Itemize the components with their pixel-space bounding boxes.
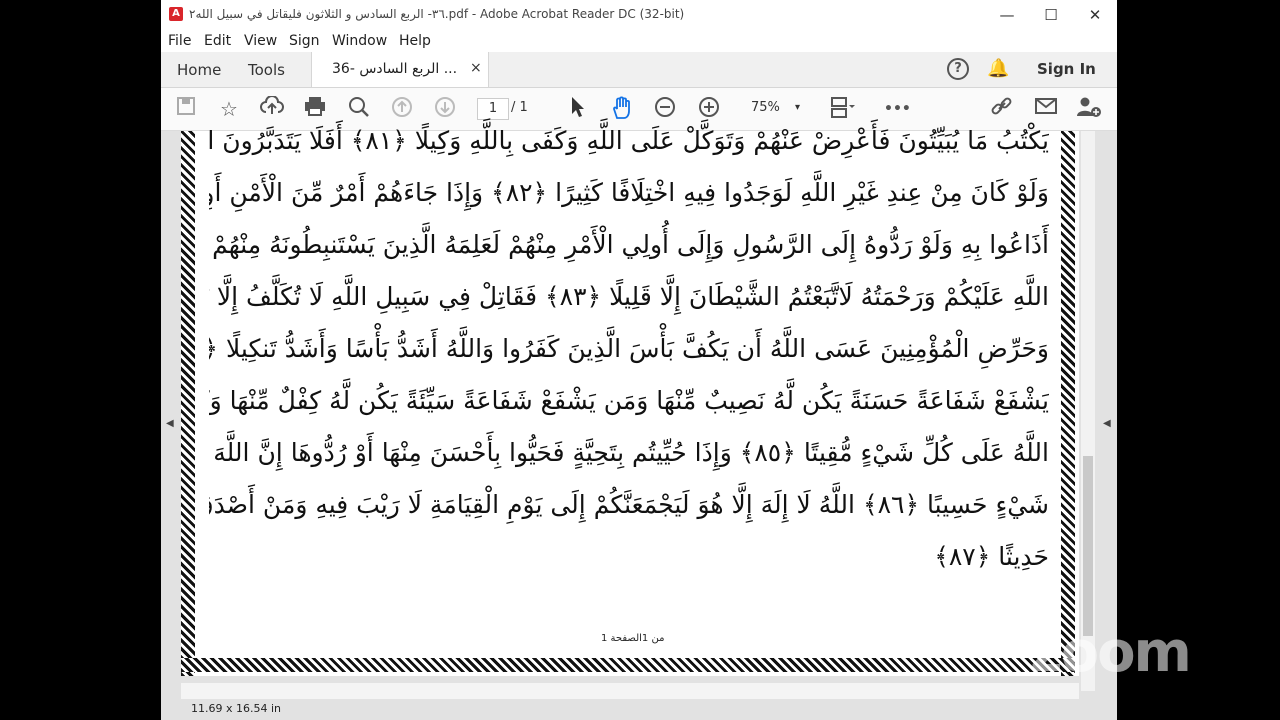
add-user-icon[interactable] bbox=[1075, 96, 1103, 122]
menu-view[interactable]: View bbox=[244, 33, 277, 49]
right-panel-toggle-icon[interactable]: ◀ bbox=[1103, 418, 1111, 429]
save-icon[interactable] bbox=[175, 96, 197, 122]
page-total: / 1 bbox=[511, 100, 528, 115]
text-line-6: يَشْفَعْ شَفَاعَةً حَسَنَةً يَكُن لَّهُ … bbox=[209, 386, 1049, 415]
page-footer: 1 من 1الصفحة bbox=[601, 633, 665, 644]
page-border-left bbox=[181, 131, 195, 676]
scrollbar-thumb[interactable] bbox=[1083, 456, 1093, 636]
close-tab-icon[interactable]: × bbox=[470, 60, 482, 76]
tab-home[interactable]: Home bbox=[177, 61, 221, 79]
text-line-2: وَلَوْ كَانَ مِنْ عِندِ غَيْرِ اللَّهِ ل… bbox=[209, 178, 1049, 207]
menu-sign[interactable]: Sign bbox=[289, 33, 320, 49]
menu-edit[interactable]: Edit bbox=[204, 33, 231, 49]
maximize-button[interactable]: ☐ bbox=[1041, 5, 1061, 25]
tab-bar: Home Tools 36- الربع السادس ... × ? 🔔 Si… bbox=[161, 52, 1117, 88]
text-line-7: اللَّهُ عَلَى كُلِّ شَيْءٍ مُّقِيتًا ﴿٨٥… bbox=[209, 438, 1049, 467]
text-line-3: أَذَاعُوا بِهِ وَلَوْ رَدُّوهُ إِلَى الر… bbox=[209, 230, 1049, 259]
quran-text-block: يَكْتُبُ مَا يُبَيِّتُونَ فَأَعْرِضْ عَن… bbox=[209, 126, 1049, 601]
title-bar: A ٣٦- الربع السادس و الثلاثون فليقاتل في… bbox=[161, 0, 1117, 31]
acrobat-app-icon: A bbox=[169, 7, 183, 21]
document-viewer[interactable]: ◀ يَكْتُبُ مَا يُبَيِّتُونَ فَأَعْرِضْ ع… bbox=[161, 126, 1117, 720]
vertical-scrollbar[interactable] bbox=[1081, 131, 1095, 691]
text-line-9: حَدِيثًا ﴿٨٧﴾ bbox=[934, 542, 1049, 571]
tab-document[interactable]: 36- الربع السادس ... × bbox=[311, 52, 489, 87]
sign-in-button[interactable]: Sign In bbox=[1037, 60, 1096, 78]
text-line-1: يَكْتُبُ مَا يُبَيِّتُونَ فَأَعْرِضْ عَن… bbox=[209, 126, 1049, 155]
page-border-right bbox=[1061, 131, 1075, 676]
close-window-button[interactable]: ✕ bbox=[1085, 5, 1105, 25]
minimize-button[interactable]: — bbox=[997, 5, 1017, 25]
page-size-status: 11.69 x 16.54 in bbox=[191, 702, 282, 715]
pdf-page: يَكْتُبُ مَا يُبَيِّتُونَ فَأَعْرِضْ عَن… bbox=[181, 126, 1079, 676]
menu-file[interactable]: File bbox=[168, 33, 191, 49]
left-panel-toggle-icon[interactable]: ◀ bbox=[166, 418, 174, 429]
notification-bell-icon[interactable]: 🔔 bbox=[987, 58, 1009, 79]
text-line-4: اللَّهِ عَلَيْكُمْ وَرَحْمَتُهُ لَاتَّبَ… bbox=[209, 282, 1049, 311]
acrobat-window: A ٣٦- الربع السادس و الثلاثون فليقاتل في… bbox=[161, 0, 1117, 720]
document-tab-label: 36- الربع السادس ... bbox=[332, 61, 458, 77]
menu-help[interactable]: Help bbox=[399, 33, 431, 49]
page-border-bottom bbox=[181, 658, 1075, 672]
window-title: ٣٦- الربع السادس و الثلاثون فليقاتل في س… bbox=[189, 7, 685, 21]
zoom-watermark-logo: zoom bbox=[1030, 620, 1192, 685]
text-line-5: وَحَرِّضِ الْمُؤْمِنِينَ عَسَى اللَّهُ أ… bbox=[209, 334, 1049, 363]
help-icon[interactable]: ? bbox=[947, 58, 969, 80]
tab-tools[interactable]: Tools bbox=[248, 61, 285, 79]
menu-bar: File Edit View Sign Window Help bbox=[161, 30, 1117, 52]
menu-window[interactable]: Window bbox=[332, 33, 387, 49]
horizontal-scrollbar[interactable] bbox=[181, 683, 1079, 699]
text-line-8: شَيْءٍ حَسِيبًا ﴿٨٦﴾ اللَّهُ لَا إِلَهَ … bbox=[209, 490, 1049, 519]
